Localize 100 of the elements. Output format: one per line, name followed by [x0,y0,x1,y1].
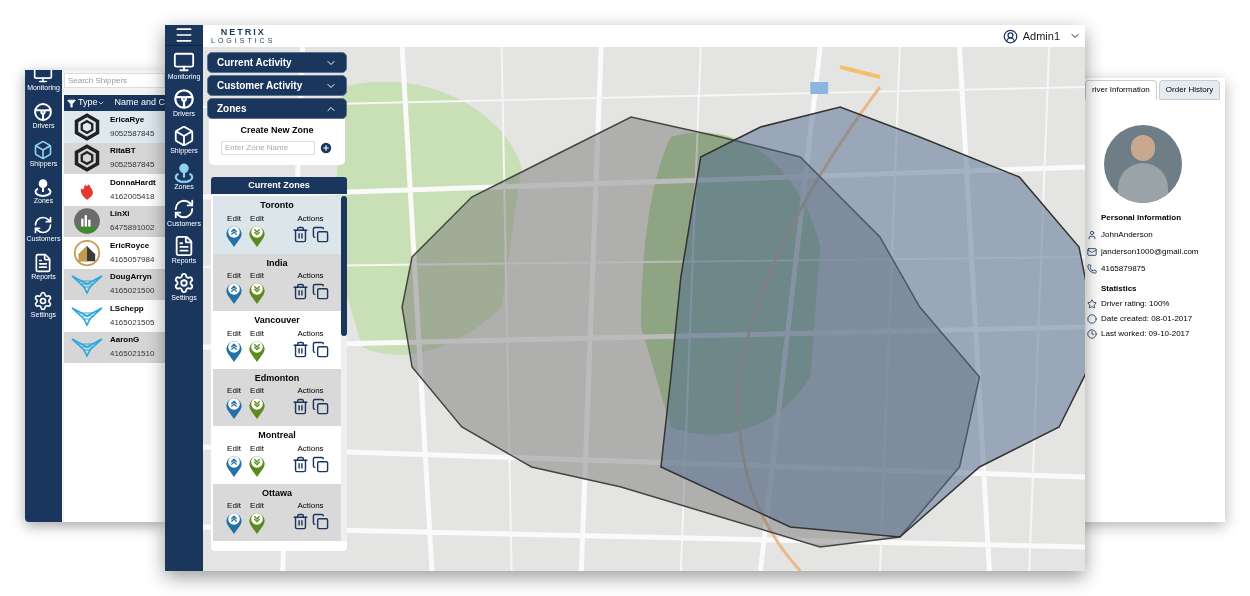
search-field[interactable]: Search Shippers [63,73,165,88]
collapse-pin-icon[interactable] [248,510,266,535]
tab[interactable]: Order History [1158,80,1221,100]
info-text: JohnAnderson [1101,229,1153,241]
shipper-row[interactable]: EricaRye 9052587845 [63,111,165,143]
shipper-name: DougArryn [109,271,153,284]
shipper-row[interactable]: AaronG 4165021510 [63,331,165,363]
wings-logo-icon [70,274,103,295]
zone-name: Edmonton [254,371,300,385]
accordion-header[interactable]: Current Activity [207,52,347,73]
delete-icon[interactable] [292,512,309,531]
actions-label: Actions [297,272,324,280]
zone-item[interactable]: Ottawa Edit Edit Actions [213,483,341,541]
zone-name: India [266,256,288,270]
user-icon [1087,230,1097,240]
delete-icon[interactable] [292,454,309,474]
zone-item[interactable]: Edmonton Edit Edit Actions [213,368,341,426]
edit-label: Edit [250,272,264,280]
section-title: Personal Information [1101,212,1182,224]
box-icon [173,124,195,147]
copy-icon[interactable] [312,454,329,474]
shipper-name: EricRoyce [109,239,151,252]
caret-icon[interactable] [97,99,106,107]
shipper-row[interactable]: RitaBT 9052587845 [63,142,165,174]
star-icon [1087,299,1097,309]
delete-icon[interactable] [292,339,309,359]
shipper-phone: 4165021510 [109,348,155,361]
info-text: Last worked: 09-10-2017 [1101,328,1190,340]
building-logo-icon [72,207,101,236]
clock-icon [1087,329,1097,339]
document-icon [33,252,54,273]
zone-name: Ottawa [262,486,292,500]
edit-label: Edit [250,502,264,510]
copy-icon[interactable] [312,397,329,416]
shipper-name: LSchepp [109,302,145,315]
wings-logo-icon [70,305,103,326]
shipper-name: EricaRye [109,113,146,126]
edit-label: Edit [227,214,241,223]
zone-name-field[interactable]: Enter Zone Name [221,140,315,155]
edit-label: Edit [250,329,264,338]
accordion-header[interactable]: Zones [207,98,347,119]
shipper-phone: 9052587845 [109,159,155,172]
document-icon [173,234,195,257]
edit-label: Edit [250,444,264,453]
column-header[interactable]: Type [77,96,98,110]
hexagon-logo-icon [72,144,101,173]
location-pin-icon [33,177,54,198]
refresh-icon [173,198,195,220]
steering-wheel-icon [33,101,54,122]
actions-label: Actions [297,387,324,395]
monitor-icon [33,70,54,84]
edit-label: Edit [227,329,241,338]
steering-wheel-icon [173,87,195,110]
copy-icon[interactable] [312,339,329,359]
shipper-phone: 9052587845 [109,127,155,140]
edit-label: Edit [250,214,264,223]
wings-logo-icon [70,337,103,358]
edit-label: Edit [250,387,264,395]
user-menu[interactable]: Admin1 [1002,27,1081,45]
collapse-pin-icon[interactable] [248,280,266,305]
expand-pin-icon[interactable] [225,395,243,420]
delete-icon[interactable] [292,224,309,244]
house-logo-icon [72,238,101,267]
shipper-row[interactable]: LinXi 6475891002 [63,205,165,237]
shipper-phone: 6475891002 [109,222,155,235]
phone-icon [1087,264,1097,274]
expand-pin-icon[interactable] [225,280,243,305]
zone-item[interactable]: India Edit Edit Actions [213,253,341,311]
shipper-phone: 4162005418 [109,190,156,203]
delete-icon[interactable] [292,282,309,301]
accordion-header[interactable]: Customer Activity [207,75,347,96]
tab[interactable]: river Information [1085,80,1157,100]
edit-label: Edit [227,272,241,280]
box-icon [33,139,54,160]
info-text: janderson1000@gmail.com [1101,246,1199,258]
shipper-name: AaronG [109,334,141,347]
zone-item[interactable]: Toronto Edit Edit Actions [213,196,341,254]
edit-label: Edit [227,387,241,395]
copy-icon[interactable] [312,512,329,531]
edit-label: Edit [227,444,241,453]
shipper-phone: 4165021500 [109,285,155,298]
current-zones-title: Current Zones [211,177,347,194]
filter-icon[interactable] [66,98,76,108]
add-icon[interactable] [319,140,333,155]
settings-icon [33,290,54,311]
scrollbar[interactable] [341,196,347,541]
column-header[interactable]: Name and C [114,96,165,110]
delete-icon[interactable] [292,397,309,416]
info-text: 4165879875 [1101,263,1146,275]
copy-icon[interactable] [312,282,329,301]
info-text: Date created: 08-01-2017 [1101,313,1193,325]
info-text: Driver rating: 100% [1101,298,1170,310]
mail-icon [1087,247,1097,257]
expand-pin-icon[interactable] [225,510,243,535]
section-title: Statistics [1101,283,1138,295]
collapse-pin-icon[interactable] [248,395,266,420]
copy-icon[interactable] [312,224,329,244]
shipper-row[interactable]: DougArryn 4165021500 [63,268,165,300]
user-icon [1002,28,1018,44]
refresh-icon [33,215,54,235]
